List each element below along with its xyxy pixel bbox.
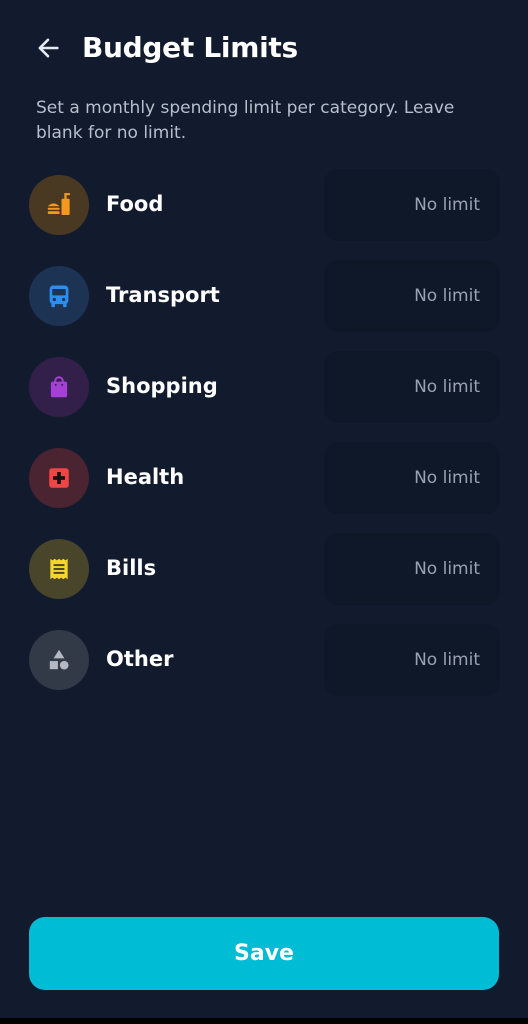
category-label: Health — [106, 465, 185, 489]
limit-input-health[interactable] — [324, 442, 500, 514]
fastfood-icon — [47, 193, 70, 215]
category-row-health: Health — [0, 433, 528, 524]
category-row-bills: Bills — [0, 524, 528, 615]
category-icon-circle — [29, 357, 89, 417]
category-row-transport: Transport — [0, 251, 528, 342]
save-button[interactable]: Save — [29, 917, 499, 990]
arrow-left-icon — [38, 38, 59, 58]
category-label: Food — [106, 192, 164, 216]
category-icon-circle — [29, 448, 89, 508]
category-row-food: Food — [0, 160, 528, 251]
medical-cross-icon — [49, 468, 69, 488]
limit-input-other[interactable] — [324, 624, 500, 696]
system-nav-bar — [0, 1018, 528, 1024]
shapes-icon — [49, 649, 69, 670]
category-label: Bills — [106, 556, 157, 580]
receipt-icon — [50, 558, 68, 580]
category-icon-circle — [29, 630, 89, 690]
back-button[interactable] — [30, 30, 66, 66]
limit-input-bills[interactable] — [324, 533, 500, 605]
category-row-other: Other — [0, 615, 528, 706]
instructions-text: Set a monthly spending limit per categor… — [36, 98, 455, 143]
category-icon-circle — [29, 175, 89, 235]
limit-input-shopping[interactable] — [324, 351, 500, 423]
category-icon-circle — [29, 266, 89, 326]
limit-input-transport[interactable] — [324, 260, 500, 332]
shopping-bag-icon — [50, 376, 68, 398]
category-label: Shopping — [106, 374, 218, 398]
bus-icon — [49, 285, 69, 308]
category-row-shopping: Shopping — [0, 342, 528, 433]
category-icon-circle — [29, 539, 89, 599]
budget-limits-screen: Budget Limits Set a monthly spending lim… — [0, 0, 528, 1024]
page-title: Budget Limits — [82, 31, 298, 64]
category-label: Transport — [106, 283, 220, 307]
category-label: Other — [106, 647, 174, 671]
app-header: Budget Limits — [0, 0, 528, 96]
limit-input-food[interactable] — [324, 169, 500, 241]
